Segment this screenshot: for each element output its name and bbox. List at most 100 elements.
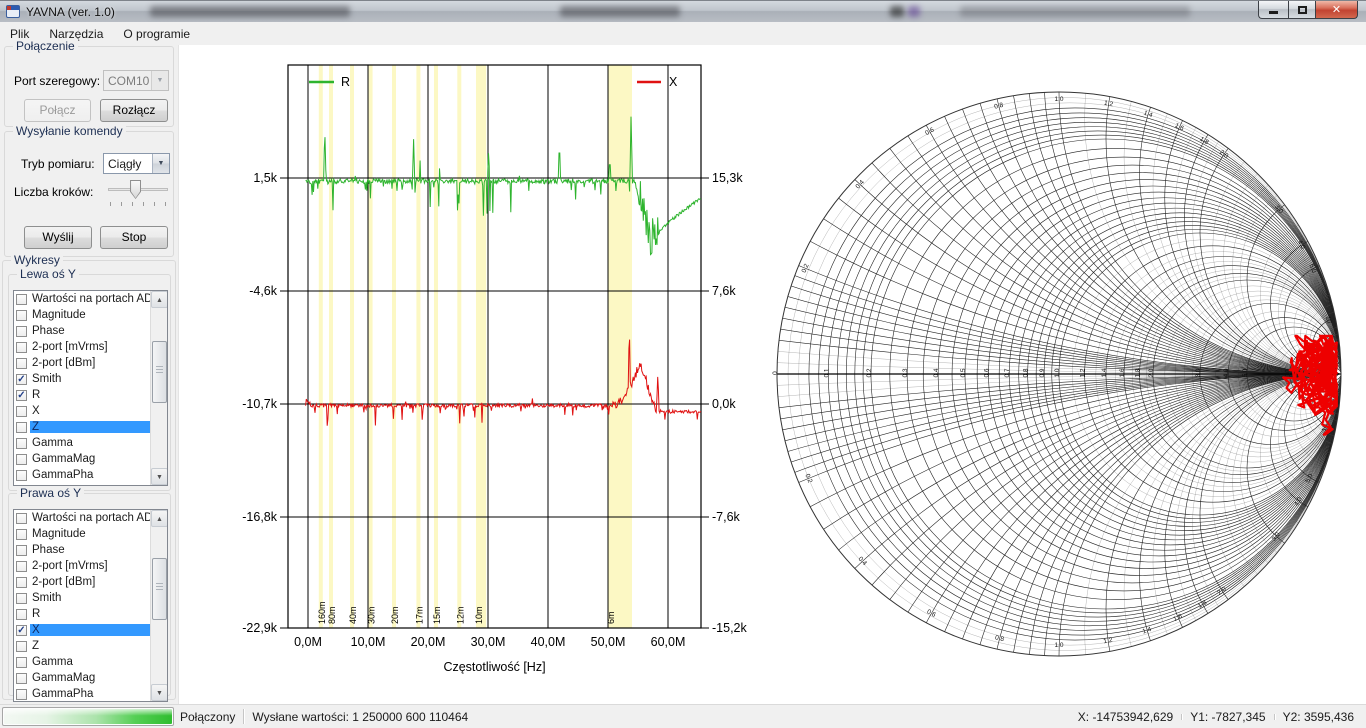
list-item-smith[interactable]: ✓Smith [14,371,150,387]
serial-port-combobox[interactable]: COM10 ▼ [103,70,169,91]
smith-rim-label: 1.2 [1103,637,1114,646]
title-bar[interactable]: YAVNA (ver. 1.0) ✕ [0,0,1366,22]
list-item-label: Phase [30,544,150,556]
measure-mode-combobox[interactable]: Ciągły ▼ [103,153,170,174]
list-item-r[interactable]: ✓R [14,387,150,403]
scroll-up-icon[interactable]: ▲ [151,291,168,308]
left-axis-tick: 1,5k [253,171,277,185]
list-item-label: Z [30,640,150,652]
smith-axis-label: 0.2 [866,368,873,377]
right-axis-listbox[interactable]: Wartości na portach ADCMagnitude Phase 2-p… [13,509,168,702]
list-item-gammapha[interactable]: GammaPha [14,467,150,483]
scroll-thumb[interactable] [152,341,167,403]
menu-o-programie[interactable]: O programie [113,23,200,45]
application-icon [6,5,20,18]
checkbox-icon[interactable] [16,294,27,305]
smith-axis-label: 0.5 [960,368,967,377]
list-item-magnitude[interactable]: Magnitude [14,526,150,542]
checkbox-icon[interactable]: ✓ [16,390,27,401]
scroll-thumb[interactable] [152,558,167,620]
checkbox-icon[interactable] [16,342,27,353]
scroll-up-icon[interactable]: ▲ [151,510,168,527]
progress-fill [4,709,172,724]
smith-rim-label: 1.2 [1103,100,1114,109]
checkbox-icon[interactable] [16,609,27,620]
list-item-gammamag[interactable]: GammaMag [14,451,150,467]
minimize-button[interactable] [1258,1,1288,19]
list-item-label: X [30,405,150,417]
list-item-smith[interactable]: Smith [14,590,150,606]
close-button[interactable]: ✕ [1316,1,1358,19]
checkbox-icon[interactable] [16,358,27,369]
list-item-label: Magnitude [30,309,150,321]
checkbox-icon[interactable] [16,310,27,321]
scroll-down-icon[interactable]: ▼ [151,684,168,701]
checkbox-icon[interactable] [16,641,27,652]
list-item-warto-ci-na-portach-adc[interactable]: Wartości na portach ADC [14,291,150,307]
slider-thumb[interactable] [130,180,141,199]
connect-button[interactable]: Połącz [24,99,91,122]
disconnect-button[interactable]: Rozłącz [100,99,168,122]
list-item-magnitude[interactable]: Magnitude [14,307,150,323]
checkbox-icon[interactable] [16,470,27,481]
checkbox-icon[interactable] [16,513,27,524]
checkbox-icon[interactable] [16,454,27,465]
scrollbar[interactable]: ▲ ▼ [150,510,167,701]
measure-mode-label: Tryb pomiaru: [21,157,95,171]
list-item-2-port-dbm-[interactable]: 2-port [dBm] [14,574,150,590]
send-button[interactable]: Wyślij [24,226,92,249]
list-item-phase[interactable]: Phase [14,323,150,339]
stop-button[interactable]: Stop [100,226,168,249]
smith-axis-label: 0.8 [1023,368,1030,377]
checkbox-icon[interactable] [16,657,27,668]
checkbox-icon[interactable] [16,438,27,449]
application-window: YAVNA (ver. 1.0) ✕ Plik Narzędzia O prog… [0,0,1366,728]
smith-axis-label: 0.3 [902,368,909,377]
checkbox-icon[interactable] [16,422,27,433]
cursor-x: X: -14753942,629 [1072,710,1179,724]
checkbox-icon[interactable] [16,561,27,572]
smith-rim-label: 0.8 [994,102,1005,111]
list-item-x[interactable]: ✓X [14,622,150,638]
list-item-x[interactable]: X [14,403,150,419]
background-window-blur [890,6,904,17]
checkbox-icon[interactable]: ✓ [16,625,27,636]
maximize-button[interactable] [1288,1,1316,19]
scrollbar[interactable]: ▲ ▼ [150,291,167,485]
checkbox-icon[interactable] [16,593,27,604]
band-label: 160m [317,601,327,624]
checkbox-icon[interactable] [16,545,27,556]
list-item-z[interactable]: Z [14,419,150,435]
x-axis-tick: 60,0M [651,635,686,649]
smith-chart[interactable]: 00.10.20.30.40.50.60.70.80.91.01.21.41.6… [179,45,1366,704]
checkbox-icon[interactable] [16,577,27,588]
list-item-gamma[interactable]: Gamma [14,435,150,451]
checkbox-icon[interactable] [16,673,27,684]
list-item-2-port-dbm-[interactable]: 2-port [dBm] [14,355,150,371]
command-group-title: Wysyłanie komendy [13,124,126,138]
close-icon: ✕ [1332,3,1341,16]
checkbox-icon[interactable]: ✓ [16,374,27,385]
checkbox-icon[interactable] [16,529,27,540]
list-item-phase[interactable]: Phase [14,542,150,558]
list-item-2-port-mvrms-[interactable]: 2-port [mVrms] [14,339,150,355]
list-item-r[interactable]: R [14,606,150,622]
plot-canvas[interactable]: 160m80m40m30m20m17m15m12m10m6m1,5k-4,6k-… [179,45,1366,704]
list-item-label: GammaPha [30,469,150,481]
smith-rim-label: 1.0 [1054,96,1063,103]
smith-rim-label: 0.2 [803,473,813,484]
scroll-down-icon[interactable]: ▼ [151,468,168,485]
checkbox-icon[interactable] [16,689,27,700]
list-item-gammamag[interactable]: GammaMag [14,670,150,686]
separator [1181,714,1182,720]
list-item-gammapha[interactable]: GammaPha [14,686,150,701]
list-item-2-port-mvrms-[interactable]: 2-port [mVrms] [14,558,150,574]
list-item-gamma[interactable]: Gamma [14,654,150,670]
list-item-z[interactable]: Z [14,638,150,654]
checkbox-icon[interactable] [16,406,27,417]
checkbox-icon[interactable] [16,326,27,337]
steps-slider[interactable] [104,178,172,210]
left-axis-listbox[interactable]: Wartości na portach ADCMagnitudePhase2-p… [13,290,168,486]
smith-rim-label: 0.6 [924,126,936,137]
list-item-warto-ci-na-portach-adc[interactable]: Wartości na portach ADC [14,510,150,526]
